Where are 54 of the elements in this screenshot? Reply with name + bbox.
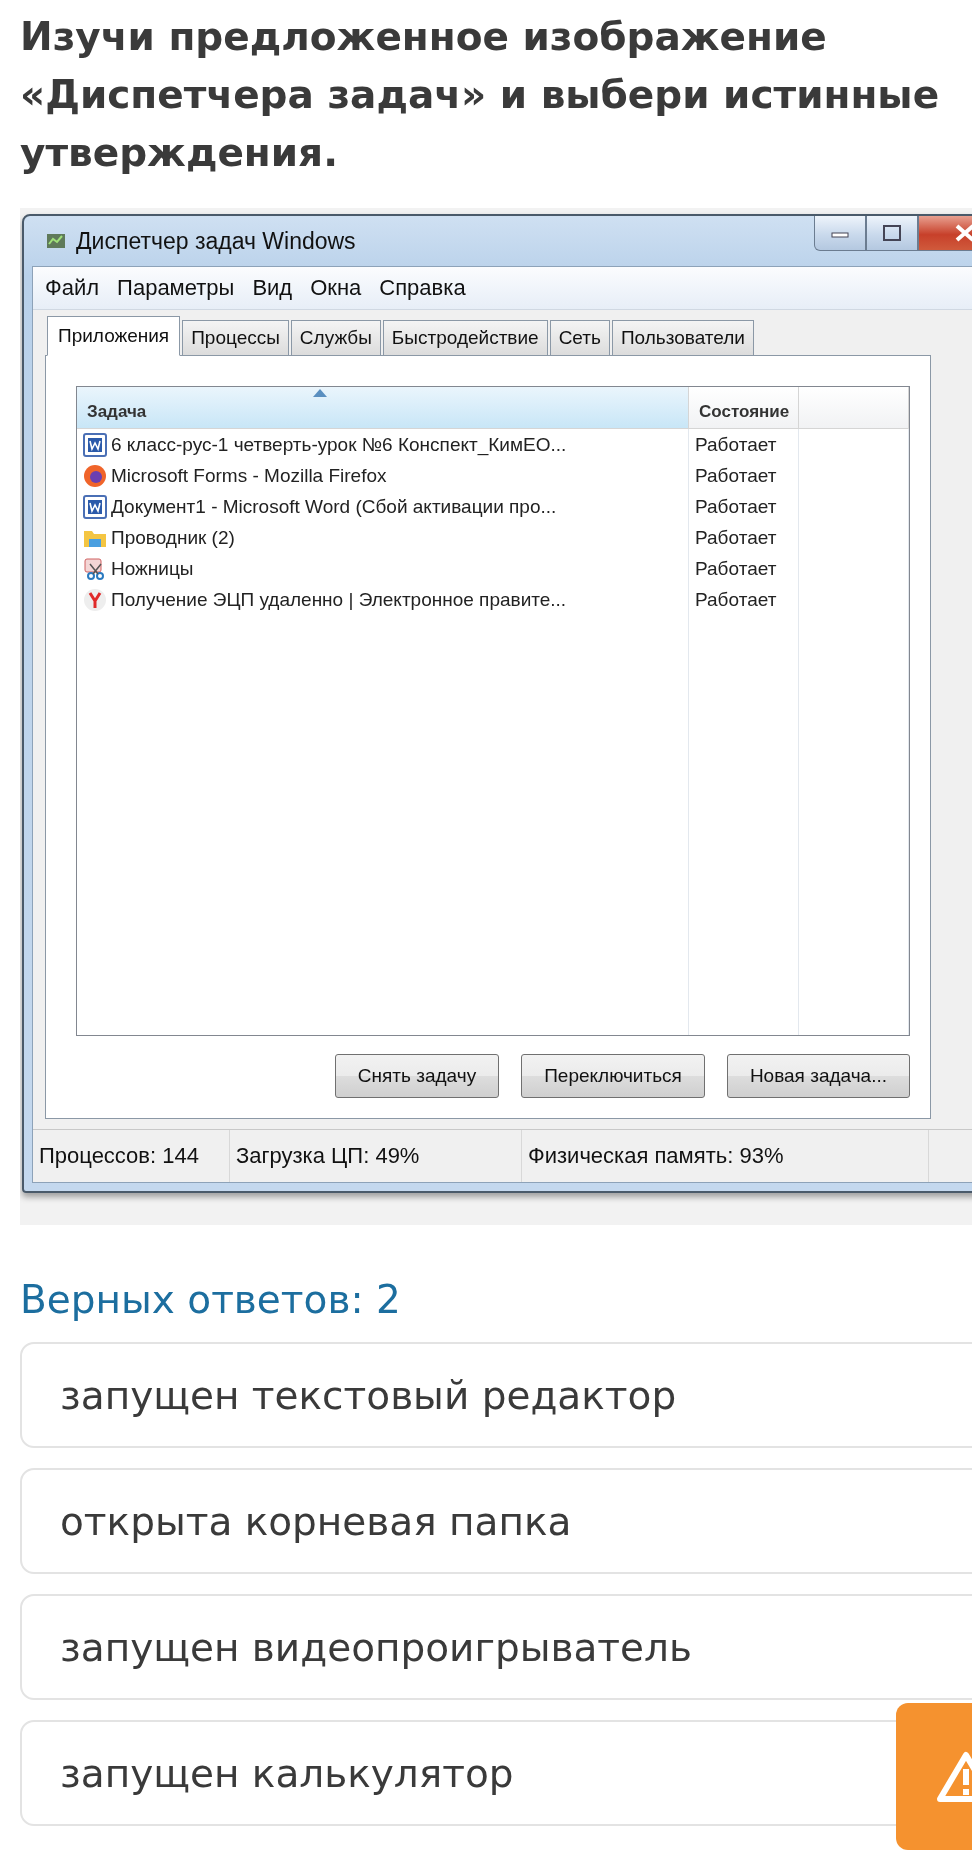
menu-item[interactable]: Параметры bbox=[109, 273, 243, 303]
status-cell: Работает bbox=[689, 460, 799, 491]
task-name: Проводник (2) bbox=[111, 526, 235, 549]
tab[interactable]: Сеть bbox=[549, 320, 610, 356]
tab[interactable]: Приложения bbox=[47, 316, 181, 356]
tab[interactable]: Процессы bbox=[182, 320, 289, 356]
window-button[interactable]: Снять задачу bbox=[334, 1054, 500, 1098]
status-cell: Работает bbox=[689, 553, 799, 584]
browser-icon bbox=[83, 463, 107, 488]
answer-option[interactable]: запущен видеопроигрыватель bbox=[20, 1594, 972, 1700]
task-name: Ножницы bbox=[111, 557, 194, 580]
menu-item[interactable]: Файл bbox=[37, 273, 108, 303]
document-icon bbox=[83, 494, 107, 519]
task-name: Microsoft Forms - Mozilla Firefox bbox=[111, 464, 387, 487]
task-name: 6 класс-рус-1 четверть-урок №6 Конспект_КимЕО... bbox=[111, 433, 567, 456]
question-title: Изучи предложенное изображение «Диспетчера задач» и выбери истинные утверждения. bbox=[19, 13, 941, 177]
column-header[interactable]: Задача bbox=[77, 387, 689, 429]
document-icon bbox=[83, 432, 107, 457]
answer-option[interactable]: открыта корневая папка bbox=[20, 1468, 972, 1574]
task-cell[interactable]: Microsoft Forms - Mozilla Firefox bbox=[77, 460, 689, 491]
tab[interactable]: Быстродействие bbox=[382, 320, 548, 356]
task-name: Документ1 - Microsoft Word (Сбой активации про... bbox=[111, 495, 557, 518]
menu-item[interactable]: Окна bbox=[302, 273, 370, 303]
window-button[interactable]: Новая задача... bbox=[726, 1054, 910, 1098]
menu-item[interactable]: Справка bbox=[371, 273, 474, 303]
close-icon bbox=[953, 223, 972, 243]
window-button[interactable]: Переключиться bbox=[521, 1054, 705, 1098]
minimize-button[interactable] bbox=[814, 216, 866, 251]
correct-answers-count: Верных ответов: 2 bbox=[20, 1277, 402, 1322]
task-cell[interactable]: 6 класс-рус-1 четверть-урок №6 Конспект_КимЕО... bbox=[77, 429, 689, 460]
status-text: Процессов: 144 bbox=[33, 1130, 230, 1182]
window-title: Диспетчер задач Windows bbox=[76, 227, 356, 255]
answer-option[interactable]: запущен текстовый редактор bbox=[20, 1342, 972, 1448]
status-cell: Работает bbox=[689, 429, 799, 460]
task-name: Получение ЭЦП удаленно | Электронное правите... bbox=[111, 588, 567, 611]
browser-icon bbox=[83, 587, 107, 612]
task-cell[interactable]: Документ1 - Microsoft Word (Сбой активации про... bbox=[77, 491, 689, 522]
task-cell[interactable]: Получение ЭЦП удаленно | Электронное правите... bbox=[77, 584, 689, 615]
tab[interactable]: Пользователи bbox=[611, 320, 754, 356]
task-cell[interactable]: Ножницы bbox=[77, 553, 689, 584]
status-text: Загрузка ЦП: 49% bbox=[230, 1130, 522, 1182]
maximize-icon bbox=[882, 224, 902, 242]
status-cell: Работает bbox=[689, 522, 799, 553]
app-icon bbox=[46, 231, 68, 251]
task-cell[interactable]: Проводник (2) bbox=[77, 522, 689, 553]
status-text: Физическая память: 93% bbox=[522, 1130, 929, 1182]
sort-arrow-icon bbox=[313, 389, 327, 397]
scissors-icon bbox=[83, 556, 107, 581]
menu-item[interactable]: Вид bbox=[244, 273, 301, 303]
column-header[interactable]: Состояние bbox=[689, 387, 799, 429]
tab[interactable]: Службы bbox=[290, 320, 381, 356]
maximize-button[interactable] bbox=[866, 216, 918, 251]
status-cell: Работает bbox=[689, 584, 799, 615]
status-cell: Работает bbox=[689, 491, 799, 522]
